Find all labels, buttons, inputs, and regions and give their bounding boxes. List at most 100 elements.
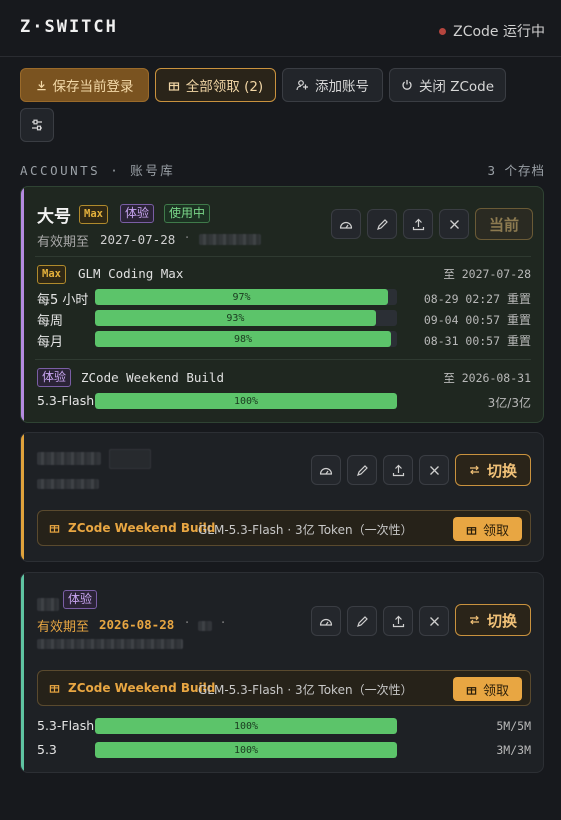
expiry-label: 有效期至 — [37, 620, 90, 635]
gift-icon — [466, 684, 477, 695]
edit-button[interactable] — [347, 455, 377, 485]
usage-row-label: 每月 — [37, 335, 64, 350]
upload-icon — [392, 615, 405, 628]
reset-time: 08-29 02:27 — [423, 292, 501, 306]
edit-button[interactable] — [347, 606, 377, 636]
export-button[interactable] — [383, 455, 413, 485]
app-logo: Z·SWITCH — [20, 17, 118, 37]
usage-quota: 3亿/3亿 — [488, 394, 531, 411]
switch-button[interactable]: 切换 — [455, 454, 531, 486]
sliders-icon — [30, 118, 44, 132]
upload-icon — [412, 218, 425, 231]
usage-reset: 09-04 00:57 重置 — [424, 311, 531, 328]
status-dot-icon — [439, 27, 447, 35]
usage-bar-flash: 100% — [95, 393, 397, 409]
reset-label: 重置 — [506, 292, 531, 306]
redacted-email — [199, 234, 261, 245]
usage-bar-flash: 100% — [95, 718, 397, 734]
account-card-3: 体验 有效期至 2026-08-28 · · 切换 ZCode Weekend … — [20, 572, 544, 773]
usage-reset: 08-31 00:57 重置 — [424, 332, 531, 349]
gauge-icon — [339, 219, 353, 229]
close-icon — [429, 465, 440, 476]
delete-button[interactable] — [439, 209, 469, 239]
claim-button[interactable]: 领取 — [453, 517, 522, 541]
quota-text: 3亿/3亿 — [487, 396, 531, 410]
separator-dot: · — [185, 616, 190, 631]
power-icon — [401, 79, 413, 91]
claim-label: 领取 — [482, 683, 509, 699]
status-text: ZCode 运行中 — [453, 24, 545, 40]
add-account-button[interactable]: 添加账号 — [282, 68, 383, 102]
usage-button[interactable] — [311, 606, 341, 636]
zcode-status: ZCode 运行中 — [439, 21, 545, 41]
promo-desc: GLM-5.3-Flash · 3亿 Token（一次性） — [198, 523, 413, 537]
gift-icon — [49, 522, 60, 533]
usage-quota: 5M/5M — [496, 719, 531, 733]
claim-button[interactable]: 领取 — [453, 677, 522, 701]
redacted-name — [37, 452, 101, 465]
usage-quota: 3M/3M — [496, 743, 531, 757]
expiry-label: 有效期至 — [37, 235, 90, 250]
badge-trial: 体验 — [120, 204, 155, 223]
usage-row-label: 5.3-Flash — [37, 718, 95, 733]
section-title: ACCOUNTS · 账号库 — [20, 163, 176, 178]
usage-bar-week: 93% — [95, 310, 397, 326]
claim-label: 领取 — [482, 523, 509, 539]
card-divider — [35, 359, 531, 360]
usage-reset: 08-29 02:27 重置 — [424, 290, 531, 307]
usage-row-label: 5.3-Flash — [37, 393, 95, 408]
plan-badge-trial: 体验 — [37, 368, 72, 387]
gift-icon — [466, 524, 477, 535]
badge-trial: 体验 — [63, 590, 98, 609]
usage-button[interactable] — [311, 455, 341, 485]
pencil-icon — [376, 218, 389, 231]
close-zcode-button[interactable]: 关闭 ZCode — [389, 68, 506, 102]
close-zcode-label: 关闭 ZCode — [418, 79, 495, 95]
card-divider — [35, 256, 531, 257]
promo-title: ZCode Weekend Build — [68, 521, 216, 535]
plan-name: GLM Coding Max — [78, 266, 184, 281]
promo-title: ZCode Weekend Build — [68, 681, 216, 695]
gift-icon — [49, 682, 60, 693]
add-account-label: 添加账号 — [315, 79, 369, 95]
current-button[interactable]: 当前 — [475, 208, 533, 240]
usage-bar-fill: 97% — [95, 289, 388, 305]
switch-button[interactable]: 切换 — [455, 604, 531, 636]
swap-icon — [469, 615, 480, 625]
redacted-email — [37, 639, 183, 649]
export-button[interactable] — [403, 209, 433, 239]
claim-all-label: 全部领取 (2) — [185, 79, 264, 95]
usage-row-label: 5.3 — [37, 742, 57, 757]
usage-bar-fill: 93% — [95, 310, 376, 326]
upload-icon — [392, 464, 405, 477]
switch-label: 切换 — [486, 461, 517, 480]
add-user-icon — [296, 79, 309, 91]
close-icon — [429, 616, 440, 627]
promo-desc: GLM-5.3-Flash · 3亿 Token（一次性） — [198, 683, 413, 697]
expiry-date: 2026-08-28 — [99, 617, 175, 632]
close-icon — [449, 219, 460, 230]
account-card-main: 大号 Max 体验 使用中 有效期至 2027-07-28 · 当前 Max G… — [20, 186, 544, 423]
plan-name: ZCode Weekend Build — [81, 370, 224, 385]
usage-bar-fill: 98% — [95, 331, 391, 347]
gift-icon — [168, 79, 180, 91]
promo-banner: ZCode Weekend Build GLM-5.3-Flash · 3亿 T… — [37, 670, 531, 706]
delete-button[interactable] — [419, 455, 449, 485]
claim-all-button[interactable]: 全部领取 (2) — [155, 68, 276, 102]
account-card-2: 切换 ZCode Weekend Build GLM-5.3-Flash · 3… — [20, 432, 544, 562]
export-button[interactable] — [383, 606, 413, 636]
switch-label: 切换 — [486, 611, 517, 630]
save-icon — [36, 80, 47, 91]
pencil-icon — [356, 464, 369, 477]
gauge-icon — [319, 465, 333, 475]
settings-button[interactable] — [20, 108, 54, 142]
usage-bar-53: 100% — [95, 742, 397, 758]
usage-bar-5h: 97% — [95, 289, 397, 305]
usage-row-label: 每周 — [37, 314, 64, 329]
usage-button[interactable] — [331, 209, 361, 239]
edit-button[interactable] — [367, 209, 397, 239]
delete-button[interactable] — [419, 606, 449, 636]
reset-time: 08-31 00:57 — [423, 334, 501, 348]
expiry-date: 2027-07-28 — [100, 232, 176, 247]
save-login-button[interactable]: 保存当前登录 — [20, 68, 149, 102]
